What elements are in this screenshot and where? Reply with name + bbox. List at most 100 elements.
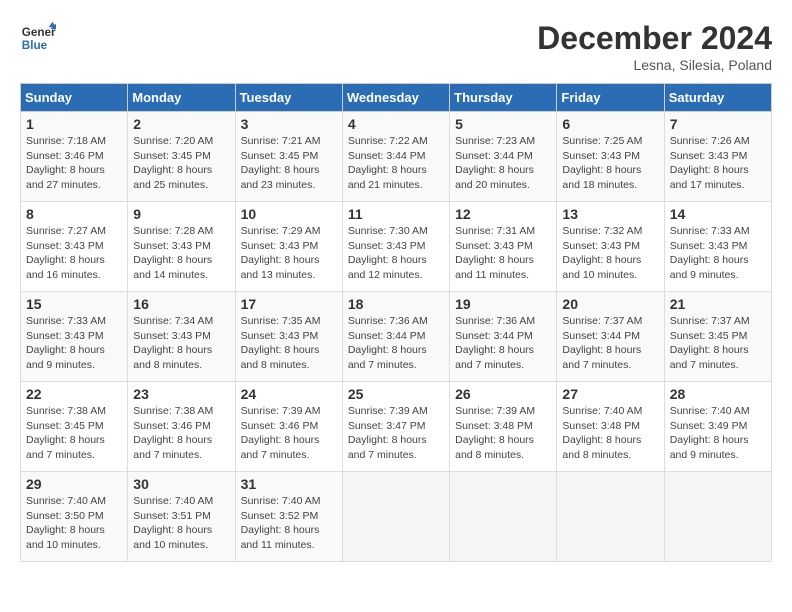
day-number: 20 — [562, 296, 658, 312]
table-row: 28 Sunrise: 7:40 AM Sunset: 3:49 PM Dayli… — [664, 382, 771, 472]
calendar-week-row: 29Sunrise: 7:40 AM Sunset: 3:50 PM Dayli… — [21, 472, 772, 562]
calendar-table: Sunday Monday Tuesday Wednesday Thursday… — [20, 83, 772, 562]
day-info: Sunrise: 7:33 AM Sunset: 3:43 PM Dayligh… — [670, 224, 766, 283]
table-row: 8 Sunrise: 7:27 AM Sunset: 3:43 PM Daylig… — [21, 202, 128, 292]
day-number: 22 — [26, 386, 122, 402]
day-number: 13 — [562, 206, 658, 222]
table-row: 2Sunrise: 7:20 AM Sunset: 3:45 PM Daylig… — [128, 112, 235, 202]
day-number: 16 — [133, 296, 229, 312]
calendar-header-row: Sunday Monday Tuesday Wednesday Thursday… — [21, 84, 772, 112]
table-row: 30Sunrise: 7:40 AM Sunset: 3:51 PM Dayli… — [128, 472, 235, 562]
table-row: 18 Sunrise: 7:36 AM Sunset: 3:44 PM Dayli… — [342, 292, 449, 382]
day-number: 15 — [26, 296, 122, 312]
day-number: 23 — [133, 386, 229, 402]
table-row: 21Sunrise: 7:37 AM Sunset: 3:45 PM Dayli… — [664, 292, 771, 382]
table-row — [342, 472, 449, 562]
day-info: Sunrise: 7:27 AM Sunset: 3:43 PM Dayligh… — [26, 224, 122, 283]
day-info: Sunrise: 7:36 AM Sunset: 3:44 PM Dayligh… — [348, 314, 444, 373]
day-info: Sunrise: 7:36 AM Sunset: 3:44 PM Dayligh… — [455, 314, 551, 373]
table-row: 12Sunrise: 7:31 AM Sunset: 3:43 PM Dayli… — [450, 202, 557, 292]
title-block: December 2024 Lesna, Silesia, Poland — [537, 20, 772, 73]
day-number: 10 — [241, 206, 337, 222]
table-row: 15 Sunrise: 7:33 AM Sunset: 3:43 PM Dayli… — [21, 292, 128, 382]
table-row — [450, 472, 557, 562]
table-row: 10 Sunrise: 7:29 AM Sunset: 3:43 PM Dayli… — [235, 202, 342, 292]
day-info: Sunrise: 7:33 AM Sunset: 3:43 PM Dayligh… — [26, 314, 122, 373]
day-info: Sunrise: 7:31 AM Sunset: 3:43 PM Dayligh… — [455, 224, 551, 283]
day-number: 25 — [348, 386, 444, 402]
col-monday: Monday — [128, 84, 235, 112]
day-number: 18 — [348, 296, 444, 312]
day-info: Sunrise: 7:38 AM Sunset: 3:45 PM Dayligh… — [26, 404, 122, 463]
calendar-week-row: 8 Sunrise: 7:27 AM Sunset: 3:43 PM Daylig… — [21, 202, 772, 292]
day-number: 11 — [348, 206, 444, 222]
day-info: Sunrise: 7:28 AM Sunset: 3:43 PM Dayligh… — [133, 224, 229, 283]
table-row: 22 Sunrise: 7:38 AM Sunset: 3:45 PM Dayli… — [21, 382, 128, 472]
month-title: December 2024 — [537, 20, 772, 57]
col-saturday: Saturday — [664, 84, 771, 112]
day-number: 17 — [241, 296, 337, 312]
svg-text:General: General — [22, 26, 56, 39]
day-number: 26 — [455, 386, 551, 402]
day-number: 8 — [26, 206, 122, 222]
day-number: 29 — [26, 476, 122, 492]
table-row: 9 Sunrise: 7:28 AM Sunset: 3:43 PM Daylig… — [128, 202, 235, 292]
day-number: 27 — [562, 386, 658, 402]
day-info: Sunrise: 7:39 AM Sunset: 3:46 PM Dayligh… — [241, 404, 337, 463]
table-row: 6 Sunrise: 7:25 AM Sunset: 3:43 PM Daylig… — [557, 112, 664, 202]
table-row: 3Sunrise: 7:21 AM Sunset: 3:45 PM Daylig… — [235, 112, 342, 202]
logo-icon: General Blue — [20, 20, 56, 56]
col-wednesday: Wednesday — [342, 84, 449, 112]
table-row: 29Sunrise: 7:40 AM Sunset: 3:50 PM Dayli… — [21, 472, 128, 562]
svg-text:Blue: Blue — [22, 39, 48, 52]
day-number: 28 — [670, 386, 766, 402]
table-row: 13 Sunrise: 7:32 AM Sunset: 3:43 PM Dayli… — [557, 202, 664, 292]
day-info: Sunrise: 7:40 AM Sunset: 3:49 PM Dayligh… — [670, 404, 766, 463]
day-info: Sunrise: 7:20 AM Sunset: 3:45 PM Dayligh… — [133, 134, 229, 193]
col-sunday: Sunday — [21, 84, 128, 112]
day-info: Sunrise: 7:29 AM Sunset: 3:43 PM Dayligh… — [241, 224, 337, 283]
table-row: 20Sunrise: 7:37 AM Sunset: 3:44 PM Dayli… — [557, 292, 664, 382]
table-row — [664, 472, 771, 562]
table-row: 23 Sunrise: 7:38 AM Sunset: 3:46 PM Dayli… — [128, 382, 235, 472]
calendar-week-row: 1 Sunrise: 7:18 AM Sunset: 3:46 PM Daylig… — [21, 112, 772, 202]
day-info: Sunrise: 7:30 AM Sunset: 3:43 PM Dayligh… — [348, 224, 444, 283]
day-info: Sunrise: 7:32 AM Sunset: 3:43 PM Dayligh… — [562, 224, 658, 283]
day-info: Sunrise: 7:40 AM Sunset: 3:52 PM Dayligh… — [241, 494, 337, 553]
table-row — [557, 472, 664, 562]
day-info: Sunrise: 7:37 AM Sunset: 3:45 PM Dayligh… — [670, 314, 766, 373]
day-number: 3 — [241, 116, 337, 132]
table-row: 1 Sunrise: 7:18 AM Sunset: 3:46 PM Daylig… — [21, 112, 128, 202]
day-info: Sunrise: 7:40 AM Sunset: 3:51 PM Dayligh… — [133, 494, 229, 553]
day-info: Sunrise: 7:22 AM Sunset: 3:44 PM Dayligh… — [348, 134, 444, 193]
day-number: 5 — [455, 116, 551, 132]
day-number: 31 — [241, 476, 337, 492]
table-row: 25 Sunrise: 7:39 AM Sunset: 3:47 PM Dayli… — [342, 382, 449, 472]
table-row: 4 Sunrise: 7:22 AM Sunset: 3:44 PM Daylig… — [342, 112, 449, 202]
table-row: 11 Sunrise: 7:30 AM Sunset: 3:43 PM Dayli… — [342, 202, 449, 292]
day-info: Sunrise: 7:35 AM Sunset: 3:43 PM Dayligh… — [241, 314, 337, 373]
calendar-week-row: 15 Sunrise: 7:33 AM Sunset: 3:43 PM Dayli… — [21, 292, 772, 382]
day-number: 1 — [26, 116, 122, 132]
table-row: 27Sunrise: 7:40 AM Sunset: 3:48 PM Dayli… — [557, 382, 664, 472]
day-info: Sunrise: 7:26 AM Sunset: 3:43 PM Dayligh… — [670, 134, 766, 193]
table-row: 5Sunrise: 7:23 AM Sunset: 3:44 PM Daylig… — [450, 112, 557, 202]
table-row: 26 Sunrise: 7:39 AM Sunset: 3:48 PM Dayli… — [450, 382, 557, 472]
day-info: Sunrise: 7:25 AM Sunset: 3:43 PM Dayligh… — [562, 134, 658, 193]
day-number: 14 — [670, 206, 766, 222]
day-info: Sunrise: 7:38 AM Sunset: 3:46 PM Dayligh… — [133, 404, 229, 463]
day-number: 9 — [133, 206, 229, 222]
table-row: 7 Sunrise: 7:26 AM Sunset: 3:43 PM Daylig… — [664, 112, 771, 202]
day-info: Sunrise: 7:39 AM Sunset: 3:47 PM Dayligh… — [348, 404, 444, 463]
col-friday: Friday — [557, 84, 664, 112]
day-number: 7 — [670, 116, 766, 132]
table-row: 31 Sunrise: 7:40 AM Sunset: 3:52 PM Dayli… — [235, 472, 342, 562]
col-thursday: Thursday — [450, 84, 557, 112]
day-number: 4 — [348, 116, 444, 132]
day-info: Sunrise: 7:18 AM Sunset: 3:46 PM Dayligh… — [26, 134, 122, 193]
day-number: 6 — [562, 116, 658, 132]
table-row: 24 Sunrise: 7:39 AM Sunset: 3:46 PM Dayli… — [235, 382, 342, 472]
table-row: 14 Sunrise: 7:33 AM Sunset: 3:43 PM Dayli… — [664, 202, 771, 292]
day-info: Sunrise: 7:39 AM Sunset: 3:48 PM Dayligh… — [455, 404, 551, 463]
day-number: 24 — [241, 386, 337, 402]
